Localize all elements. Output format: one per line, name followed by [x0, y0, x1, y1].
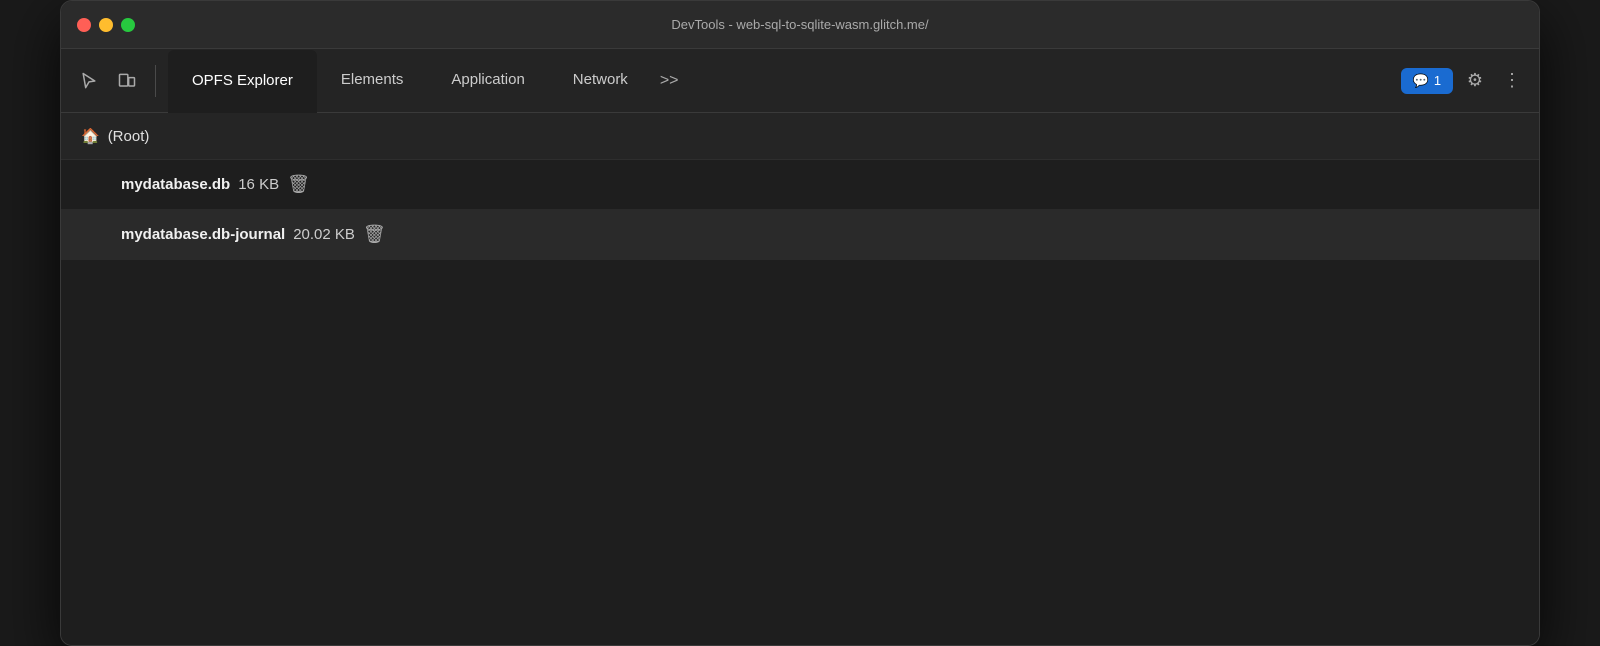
toolbar-icon-group — [73, 65, 156, 97]
window-title: DevTools - web-sql-to-sqlite-wasm.glitch… — [671, 17, 928, 32]
more-options-button[interactable]: ⋮ — [1497, 64, 1527, 97]
devtools-window: DevTools - web-sql-to-sqlite-wasm.glitch… — [60, 0, 1540, 646]
device-icon — [117, 71, 137, 91]
minimize-button[interactable] — [99, 18, 113, 32]
traffic-lights — [77, 18, 135, 32]
tab-opfs-explorer[interactable]: OPFS Explorer — [168, 50, 317, 113]
file-name: mydatabase.db-journal — [121, 226, 285, 243]
tab-elements[interactable]: Elements — [317, 49, 428, 112]
tab-application[interactable]: Application — [427, 49, 548, 112]
gear-icon: ⚙ — [1467, 70, 1483, 91]
tab-network[interactable]: Network — [549, 49, 652, 112]
toolbar: OPFS Explorer Elements Application Netwo… — [61, 49, 1539, 113]
file-tree: 🏠 (Root) mydatabase.db 16 KB 🗑 mydatabas… — [61, 113, 1539, 260]
root-row: 🏠 (Root) — [61, 113, 1539, 160]
ellipsis-icon: ⋮ — [1503, 70, 1521, 91]
tab-bar: OPFS Explorer Elements Application Netwo… — [168, 49, 687, 112]
delete-file-button[interactable]: 🗑 — [287, 174, 310, 195]
more-tabs-button[interactable]: >> — [652, 49, 687, 112]
cursor-icon — [79, 71, 99, 91]
delete-file-button[interactable]: 🗑 — [363, 224, 386, 245]
device-toolbar-button[interactable] — [111, 65, 143, 97]
inspect-element-button[interactable] — [73, 65, 105, 97]
chat-icon: 💬 — [1413, 73, 1429, 89]
close-button[interactable] — [77, 18, 91, 32]
file-size: 16 KB — [238, 176, 279, 193]
title-bar: DevTools - web-sql-to-sqlite-wasm.glitch… — [61, 1, 1539, 49]
badge-count: 1 — [1434, 73, 1441, 88]
content-area: 🏠 (Root) mydatabase.db 16 KB 🗑 mydatabas… — [61, 113, 1539, 645]
file-row: mydatabase.db 16 KB 🗑 — [61, 160, 1539, 210]
file-row: mydatabase.db-journal 20.02 KB 🗑 — [61, 210, 1539, 260]
root-icon: 🏠 — [81, 127, 100, 145]
maximize-button[interactable] — [121, 18, 135, 32]
settings-button[interactable]: ⚙ — [1461, 64, 1489, 97]
file-size: 20.02 KB — [293, 226, 355, 243]
file-name: mydatabase.db — [121, 176, 230, 193]
root-label: (Root) — [108, 128, 150, 145]
notifications-button[interactable]: 💬 1 — [1401, 68, 1453, 94]
toolbar-right: 💬 1 ⚙ ⋮ — [1401, 64, 1527, 97]
